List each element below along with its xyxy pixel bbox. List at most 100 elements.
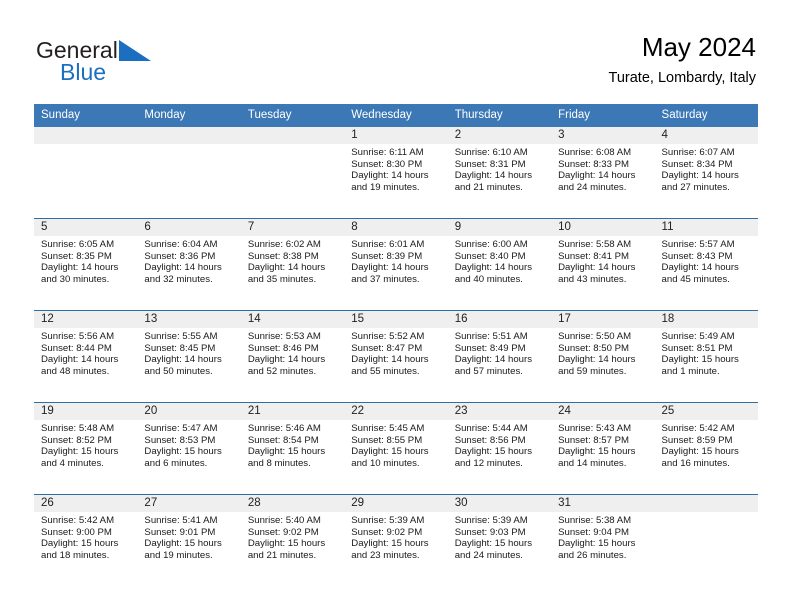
day-details: Sunrise: 6:11 AM Sunset: 8:30 PM Daylight:… (344, 144, 447, 193)
calendar-day-cell[interactable]: 30 Sunrise: 5:39 AM Sunset: 9:03 PM Dayligh… (447, 494, 552, 586)
calendar-day-cell[interactable]: 5 Sunrise: 6:05 AM Sunset: 8:35 PM Daylight… (34, 218, 138, 311)
calendar-day-cell[interactable]: 31 Sunrise: 5:38 AM Sunset: 9:04 PM Dayligh… (551, 494, 655, 586)
calendar-day-cell[interactable]: 7 Sunrise: 6:02 AM Sunset: 8:38 PM Daylight… (240, 218, 345, 311)
daylight-text-line1: Daylight: 14 hours (41, 354, 119, 366)
day-details: Sunrise: 6:02 AM Sunset: 8:38 PM Daylight:… (241, 236, 344, 285)
sunset-text: Sunset: 8:50 PM (558, 342, 630, 354)
calendar-day-cell[interactable]: 13 Sunrise: 5:55 AM Sunset: 8:45 PM Dayligh… (137, 310, 241, 403)
daylight-text-line1: Daylight: 14 hours (454, 170, 533, 182)
day-details: Sunrise: 5:57 AM Sunset: 8:43 PM Daylight:… (655, 236, 758, 285)
daylight-text-line1: Daylight: 15 hours (144, 446, 222, 458)
day-details: Sunrise: 5:53 AM Sunset: 8:46 PM Daylight:… (241, 328, 344, 377)
day-number: 1 (344, 127, 448, 144)
calendar-day-cell[interactable]: 21 Sunrise: 5:46 AM Sunset: 8:54 PM Dayligh… (240, 402, 345, 495)
calendar-day-cell[interactable]: 24 Sunrise: 5:43 AM Sunset: 8:57 PM Dayligh… (551, 402, 655, 495)
daylight-text-line2: and 1 minute. (661, 365, 720, 377)
calendar-day-cell[interactable]: 25 Sunrise: 5:42 AM Sunset: 8:59 PM Dayligh… (654, 402, 758, 495)
sunset-text: Sunset: 8:52 PM (41, 434, 112, 446)
calendar-day-cell[interactable]: 9 Sunrise: 6:00 AM Sunset: 8:40 PM Daylight… (447, 218, 552, 311)
day-details: Sunrise: 5:39 AM Sunset: 9:03 PM Daylight:… (448, 512, 551, 561)
day-box: 22 Sunrise: 5:45 AM Sunset: 8:55 PM Dayligh… (344, 403, 448, 494)
day-box: 28 Sunrise: 5:40 AM Sunset: 9:02 PM Dayligh… (240, 495, 345, 586)
sunrise-text: Sunrise: 5:52 AM (351, 331, 425, 342)
daylight-text-line1: Daylight: 15 hours (558, 446, 636, 458)
day-details: Sunrise: 5:43 AM Sunset: 8:57 PM Daylight:… (551, 420, 654, 469)
day-number: 27 (137, 495, 241, 512)
day-box: 19 Sunrise: 5:48 AM Sunset: 8:52 PM Dayligh… (34, 403, 138, 494)
day-number: 17 (551, 311, 655, 328)
day-details: Sunrise: 5:47 AM Sunset: 8:53 PM Daylight:… (137, 420, 240, 469)
calendar-day-cell[interactable]: 26 Sunrise: 5:42 AM Sunset: 9:00 PM Dayligh… (34, 494, 138, 586)
daylight-text-line2: and 4 minutes. (41, 457, 104, 469)
daylight-text-line1: Daylight: 14 hours (558, 170, 636, 182)
calendar-day-cell[interactable]: 18 Sunrise: 5:49 AM Sunset: 8:51 PM Dayligh… (654, 310, 758, 403)
calendar-day-cell[interactable]: 8 Sunrise: 6:01 AM Sunset: 8:39 PM Daylight… (344, 218, 448, 311)
day-number: 6 (137, 219, 241, 236)
calendar-day-cell[interactable]: 15 Sunrise: 5:52 AM Sunset: 8:47 PM Dayligh… (344, 310, 448, 403)
calendar-day-cell[interactable]: 28 Sunrise: 5:40 AM Sunset: 9:02 PM Dayligh… (240, 494, 345, 586)
day-details: Sunrise: 5:56 AM Sunset: 8:44 PM Daylight:… (34, 328, 137, 377)
daylight-text-line2: and 19 minutes. (351, 181, 420, 193)
daylight-text-line1: Daylight: 14 hours (661, 170, 739, 182)
calendar-day-cell[interactable]: 11 Sunrise: 5:57 AM Sunset: 8:43 PM Dayligh… (654, 218, 758, 311)
sunrise-text: Sunrise: 5:48 AM (41, 423, 115, 434)
day-details: Sunrise: 6:08 AM Sunset: 8:33 PM Daylight:… (551, 144, 654, 193)
daylight-text-line2: and 48 minutes. (41, 365, 110, 377)
day-details: Sunrise: 6:00 AM Sunset: 8:40 PM Daylight:… (448, 236, 551, 285)
day-box: 30 Sunrise: 5:39 AM Sunset: 9:03 PM Dayligh… (447, 495, 552, 586)
sunrise-text: Sunrise: 5:41 AM (144, 515, 218, 526)
calendar-week-row: 26 Sunrise: 5:42 AM Sunset: 9:00 PM Dayligh… (34, 494, 758, 586)
sunrise-text: Sunrise: 5:50 AM (558, 331, 632, 342)
daylight-text-line2: and 30 minutes. (41, 273, 110, 285)
daylight-text-line2: and 16 minutes. (661, 457, 730, 469)
calendar-day-cell[interactable]: 17 Sunrise: 5:50 AM Sunset: 8:50 PM Dayligh… (551, 310, 655, 403)
day-number: 19 (34, 403, 138, 420)
sunrise-text: Sunrise: 5:44 AM (454, 423, 528, 434)
brand-logo[interactable]: General Blue (36, 36, 216, 88)
calendar-day-cell[interactable]: 23 Sunrise: 5:44 AM Sunset: 8:56 PM Dayligh… (447, 402, 552, 495)
day-details: Sunrise: 5:48 AM Sunset: 8:52 PM Daylight:… (34, 420, 137, 469)
day-box: 18 Sunrise: 5:49 AM Sunset: 8:51 PM Dayligh… (654, 311, 758, 402)
sunset-text: Sunset: 8:59 PM (661, 434, 733, 446)
daylight-text-line2: and 35 minutes. (247, 273, 317, 285)
sunset-text: Sunset: 8:36 PM (144, 250, 216, 262)
calendar-day-cell[interactable]: 3 Sunrise: 6:08 AM Sunset: 8:33 PM Daylight… (551, 127, 655, 219)
day-number (240, 127, 345, 144)
calendar-day-cell[interactable]: 6 Sunrise: 6:04 AM Sunset: 8:36 PM Daylight… (137, 218, 241, 311)
daylight-text-line1: Daylight: 14 hours (351, 170, 429, 182)
calendar-day-cell[interactable]: 19 Sunrise: 5:48 AM Sunset: 8:52 PM Dayligh… (34, 402, 138, 495)
day-box: 5 Sunrise: 6:05 AM Sunset: 8:35 PM Daylight… (34, 219, 138, 310)
calendar-day-cell[interactable]: 20 Sunrise: 5:47 AM Sunset: 8:53 PM Dayligh… (137, 402, 241, 495)
sunset-text: Sunset: 9:02 PM (351, 526, 423, 538)
calendar-day-cell[interactable]: 1 Sunrise: 6:11 AM Sunset: 8:30 PM Daylight… (344, 127, 448, 219)
sunset-text: Sunset: 9:00 PM (41, 526, 112, 538)
day-number: 25 (654, 403, 758, 420)
daylight-text-line2: and 24 minutes. (454, 549, 523, 561)
weekday-header-monday: Monday (137, 104, 241, 127)
blue-triangle-flag-icon (118, 40, 151, 61)
daylight-text-line1: Daylight: 15 hours (454, 538, 533, 550)
calendar-day-cell[interactable]: 14 Sunrise: 5:53 AM Sunset: 8:46 PM Dayligh… (240, 310, 345, 403)
daylight-text-line2: and 43 minutes. (558, 273, 627, 285)
calendar-day-cell[interactable]: 29 Sunrise: 5:39 AM Sunset: 9:02 PM Dayligh… (344, 494, 448, 586)
day-number (34, 127, 138, 144)
sunset-text: Sunset: 8:39 PM (351, 250, 423, 262)
calendar-day-cell[interactable]: 4 Sunrise: 6:07 AM Sunset: 8:34 PM Daylight… (654, 127, 758, 219)
day-number: 10 (551, 219, 655, 236)
calendar-day-cell[interactable]: 2 Sunrise: 6:10 AM Sunset: 8:31 PM Daylight… (447, 127, 552, 219)
daylight-text-line1: Daylight: 15 hours (454, 446, 533, 458)
daylight-text-line2: and 14 minutes. (558, 457, 627, 469)
daylight-text-line1: Daylight: 14 hours (454, 262, 533, 274)
calendar-day-cell[interactable]: 22 Sunrise: 5:45 AM Sunset: 8:55 PM Dayligh… (344, 402, 448, 495)
sunrise-text: Sunrise: 6:02 AM (247, 239, 321, 250)
sunrise-text: Sunrise: 5:56 AM (41, 331, 115, 342)
calendar-day-cell[interactable]: 10 Sunrise: 5:58 AM Sunset: 8:41 PM Dayligh… (551, 218, 655, 311)
sunset-text: Sunset: 9:02 PM (247, 526, 319, 538)
calendar-day-cell[interactable]: 16 Sunrise: 5:51 AM Sunset: 8:49 PM Dayligh… (447, 310, 552, 403)
calendar-day-cell[interactable]: 27 Sunrise: 5:41 AM Sunset: 9:01 PM Dayligh… (137, 494, 241, 586)
sunset-text: Sunset: 8:45 PM (144, 342, 216, 354)
day-number: 31 (551, 495, 655, 512)
calendar-day-cell[interactable]: 12 Sunrise: 5:56 AM Sunset: 8:44 PM Dayligh… (34, 310, 138, 403)
sunrise-text: Sunrise: 6:00 AM (454, 239, 528, 250)
day-details: Sunrise: 6:04 AM Sunset: 8:36 PM Daylight:… (137, 236, 240, 285)
